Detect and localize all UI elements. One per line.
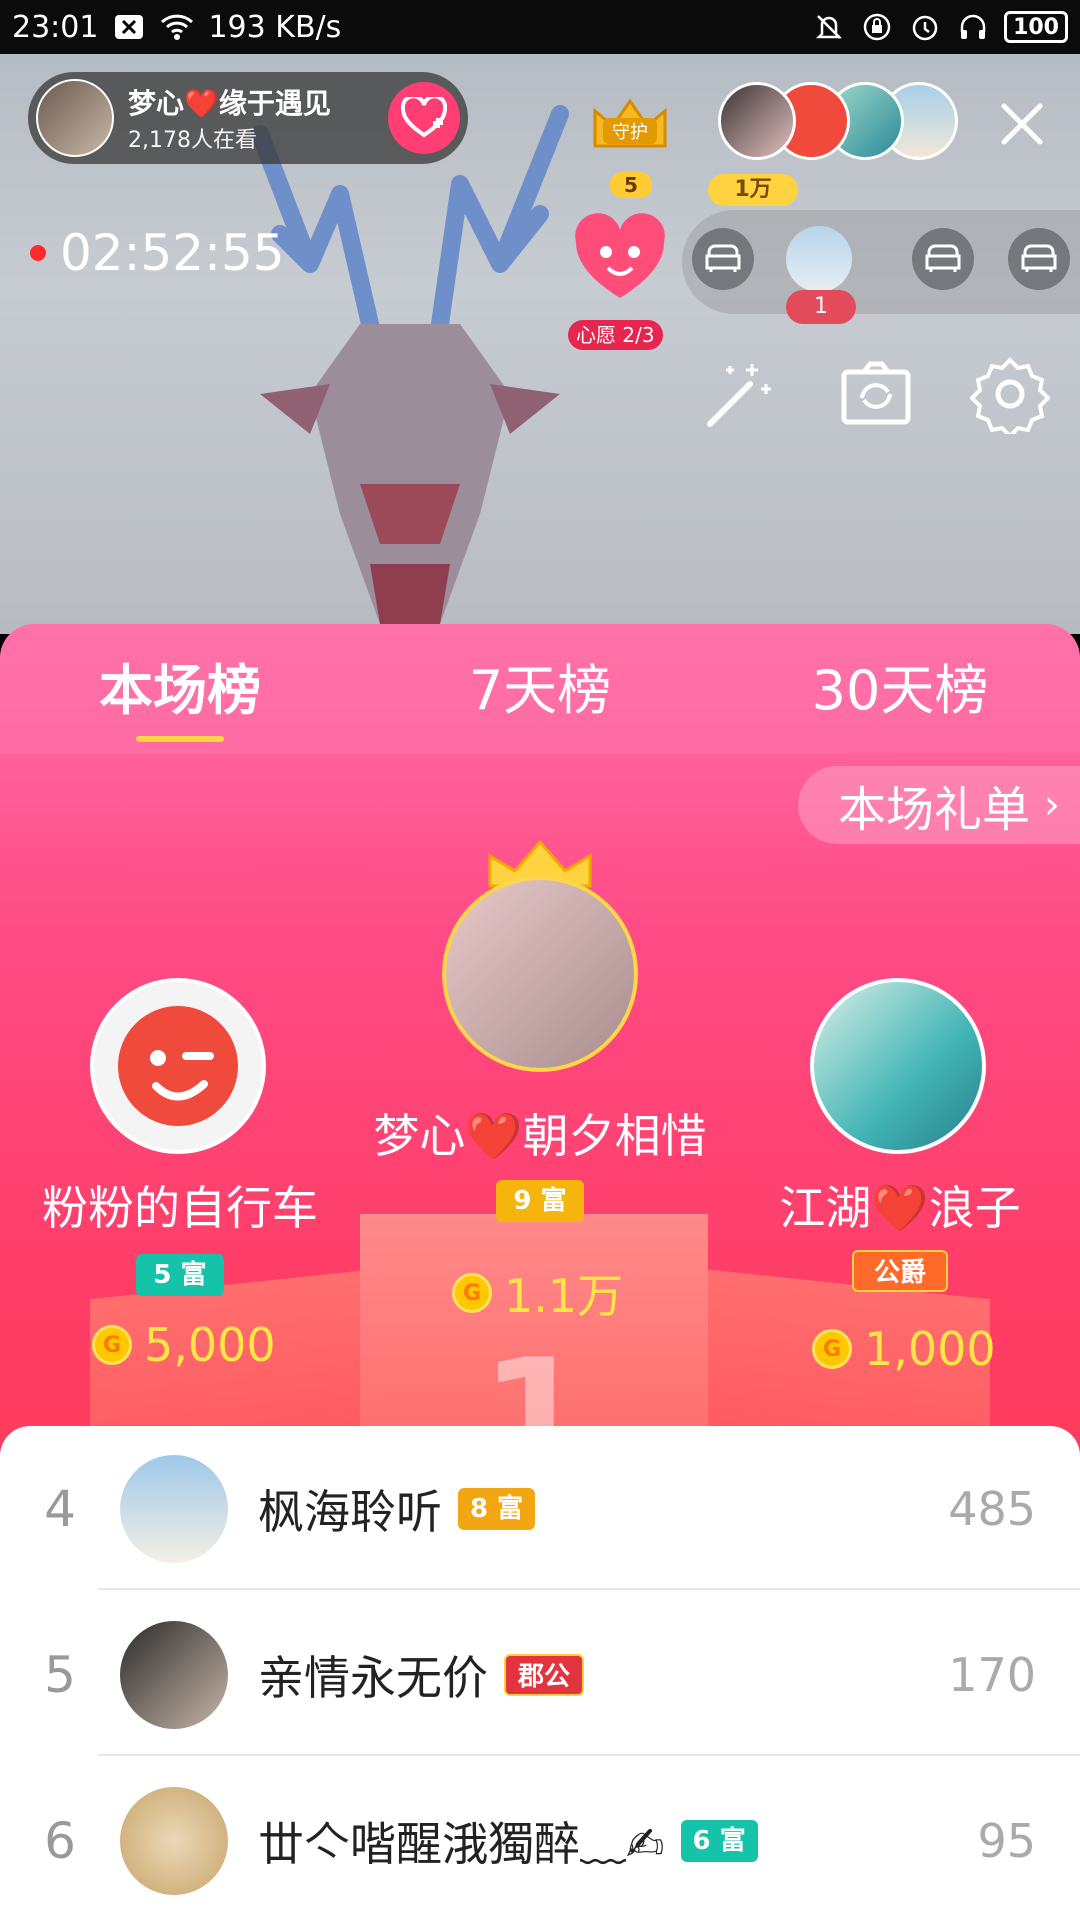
list-name: 亲情永无价 bbox=[258, 1651, 488, 1705]
empty-seat[interactable] bbox=[1008, 228, 1070, 290]
guard-count: 5 bbox=[610, 172, 652, 198]
second-place-value-text: 5,000 bbox=[144, 1318, 276, 1372]
host-name: 梦心❤️缘于遇见 bbox=[128, 87, 331, 120]
list-badge: 6 富 bbox=[680, 1820, 758, 1862]
battery-level: 100 bbox=[1004, 11, 1068, 43]
ranking-list: 4 枫海聆听 8 富 485 5 亲情永无价 郡公 170 6 丗亽喈醒涐獨醉﹏… bbox=[0, 1426, 1080, 1920]
host-avatar[interactable] bbox=[36, 79, 114, 157]
empty-seat[interactable] bbox=[912, 228, 974, 290]
third-place-badge: 公爵 bbox=[852, 1250, 948, 1292]
tab-30-days[interactable]: 30天榜 bbox=[720, 624, 1080, 754]
follow-button[interactable] bbox=[388, 82, 460, 154]
sofa-icon bbox=[1021, 244, 1057, 272]
first-place-name: 梦心❤️朝夕相惜 bbox=[373, 1109, 707, 1163]
list-item[interactable]: 5 亲情永无价 郡公 170 bbox=[0, 1592, 1080, 1758]
live-video: 梦心❤️缘于遇见 2,178人在看 守护 5 1万 02:52:55 心愿 2/… bbox=[0, 54, 1080, 634]
podium: 1 2 3 梦心❤️朝夕相惜 9 富 G 1.1万 粉粉的自行车 5 富 G 5… bbox=[0, 839, 1080, 1594]
row-divider bbox=[98, 1588, 1080, 1590]
third-place-name: 江湖❤️浪子 bbox=[779, 1181, 1021, 1235]
viewer-count: 2,178人在看 bbox=[128, 128, 257, 153]
second-place-name: 粉粉的自行车 bbox=[42, 1181, 318, 1235]
notification-close-icon bbox=[112, 10, 146, 44]
timer-text: 02:52:55 bbox=[60, 224, 285, 282]
wish-heart-icon[interactable] bbox=[568, 202, 672, 320]
svg-text:守护: 守护 bbox=[612, 122, 648, 143]
list-name: 丗亽喈醒涐獨醉﹏✍ bbox=[258, 1817, 665, 1871]
list-badge: 8 富 bbox=[458, 1488, 536, 1530]
list-value: 95 bbox=[977, 1814, 1036, 1868]
chevron-right-icon: › bbox=[1044, 782, 1060, 828]
rotation-lock-icon bbox=[860, 10, 894, 44]
top-fans[interactable] bbox=[718, 82, 978, 166]
list-item[interactable]: 4 枫海聆听 8 富 485 bbox=[0, 1426, 1080, 1592]
list-badge: 郡公 bbox=[504, 1654, 585, 1696]
close-icon[interactable] bbox=[992, 94, 1052, 154]
list-rank: 4 bbox=[44, 1480, 76, 1538]
third-place-avatar[interactable] bbox=[810, 978, 986, 1154]
wish-progress: 心愿 2/3 bbox=[568, 320, 663, 350]
deer-head-decoration bbox=[251, 105, 569, 624]
first-place-avatar[interactable] bbox=[442, 876, 638, 1072]
list-name: 枫海聆听 bbox=[258, 1485, 442, 1539]
gift-list-label: 本场礼单 bbox=[837, 782, 1030, 838]
empty-seat[interactable] bbox=[692, 228, 754, 290]
wink-face-icon bbox=[118, 1006, 238, 1126]
coin-icon: G bbox=[812, 1329, 852, 1369]
tab-current-session[interactable]: 本场榜 bbox=[0, 624, 360, 754]
tab-7-days[interactable]: 7天榜 bbox=[360, 624, 720, 754]
settings-gear-icon[interactable] bbox=[970, 354, 1050, 434]
wifi-icon bbox=[160, 10, 194, 44]
flip-camera-icon[interactable] bbox=[836, 354, 916, 434]
third-place-value: G 1,000 bbox=[812, 1322, 996, 1376]
coin-icon: G bbox=[92, 1325, 132, 1365]
mic-seats: 1 bbox=[682, 210, 1080, 324]
first-place-value: G 1.1万 bbox=[452, 1260, 623, 1326]
ranking-tabs: 本场榜 7天榜 30天榜 bbox=[0, 624, 1080, 754]
live-timer: 02:52:55 bbox=[30, 224, 285, 282]
mute-bell-icon bbox=[812, 10, 846, 44]
top-fan-value: 1万 bbox=[708, 174, 798, 206]
headphones-icon bbox=[956, 10, 990, 44]
status-time: 23:01 bbox=[12, 9, 99, 45]
magic-wand-icon[interactable] bbox=[700, 354, 780, 434]
sofa-icon bbox=[705, 244, 741, 272]
status-bar: 23:01 193 KB/s 100 bbox=[0, 0, 1080, 54]
host-info[interactable]: 梦心❤️缘于遇见 2,178人在看 bbox=[28, 72, 468, 164]
active-tab-indicator bbox=[136, 736, 224, 742]
coin-icon: G bbox=[452, 1273, 492, 1313]
seat-user-avatar[interactable] bbox=[786, 226, 852, 292]
heart-plus-icon bbox=[401, 97, 447, 138]
gift-list-button[interactable]: 本场礼单 › bbox=[797, 766, 1080, 844]
fan-avatar[interactable] bbox=[718, 82, 796, 160]
list-item[interactable]: 6 丗亽喈醒涐獨醉﹏✍ 6 富 95 bbox=[0, 1758, 1080, 1920]
seat-rank: 1 bbox=[786, 290, 856, 324]
recording-dot bbox=[30, 245, 46, 261]
list-value: 485 bbox=[948, 1482, 1036, 1536]
second-place-value: G 5,000 bbox=[92, 1318, 276, 1372]
first-place-value-text: 1.1万 bbox=[504, 1269, 624, 1323]
first-place-badge: 9 富 bbox=[496, 1180, 584, 1222]
list-avatar[interactable] bbox=[120, 1621, 228, 1729]
second-place-badge: 5 富 bbox=[136, 1254, 224, 1296]
list-rank: 6 bbox=[44, 1812, 76, 1870]
alarm-icon bbox=[908, 10, 942, 44]
list-value: 170 bbox=[948, 1648, 1036, 1702]
row-divider bbox=[98, 1754, 1080, 1756]
network-speed: 193 KB/s bbox=[208, 9, 342, 45]
list-rank: 5 bbox=[44, 1646, 76, 1704]
sofa-icon bbox=[925, 244, 961, 272]
third-place-value-text: 1,000 bbox=[864, 1322, 996, 1376]
list-avatar[interactable] bbox=[120, 1455, 228, 1563]
list-avatar[interactable] bbox=[120, 1787, 228, 1895]
guard-crown-icon[interactable]: 守护 bbox=[585, 86, 675, 176]
second-place-avatar[interactable] bbox=[90, 978, 266, 1154]
